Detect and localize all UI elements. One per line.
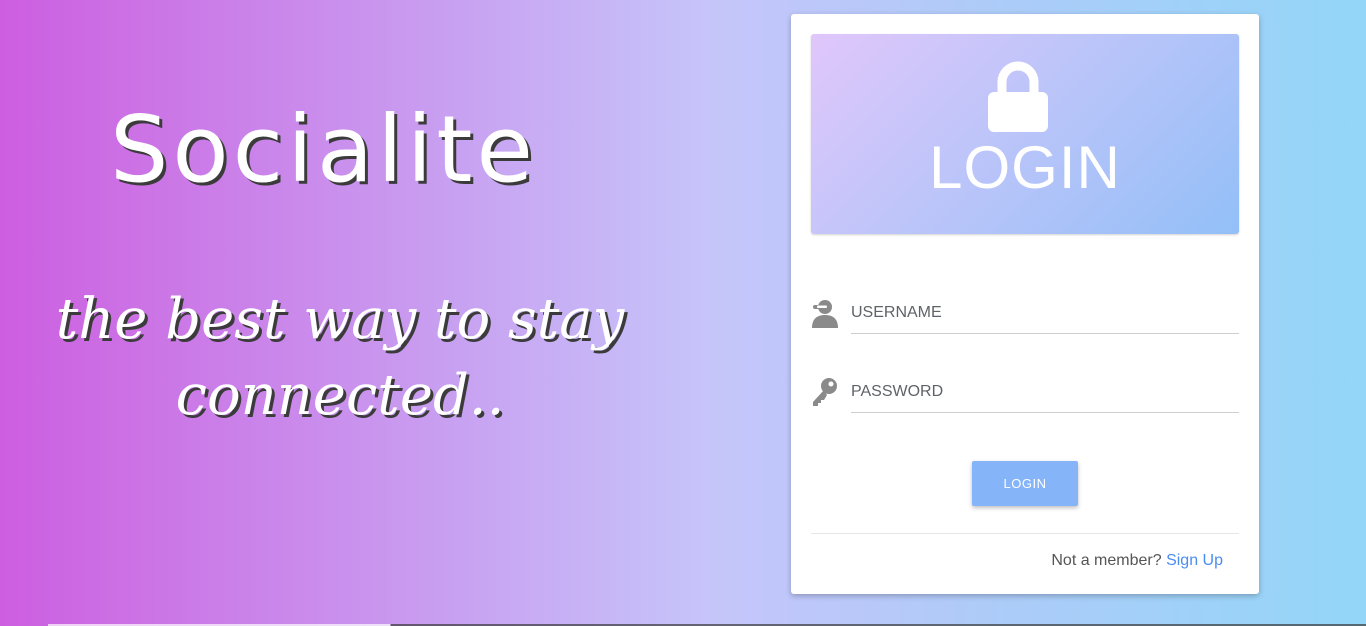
brand-title: Socialite [110, 96, 537, 203]
signup-link[interactable]: Sign Up [1166, 552, 1223, 569]
signup-prompt-text: Not a member? [1051, 552, 1162, 569]
username-input[interactable] [851, 293, 1239, 334]
username-row [811, 293, 1239, 337]
lock-icon [988, 61, 1048, 132]
login-heading: LOGIN [929, 134, 1121, 201]
user-icon [812, 300, 838, 328]
password-input[interactable] [851, 372, 1239, 413]
login-button[interactable]: LOGIN [972, 461, 1078, 506]
login-card: LOGIN LOGIN Not a member? Sign Up [791, 14, 1259, 594]
brand-tagline: the best way to stay connected.. [55, 287, 625, 428]
signup-prompt: Not a member? Sign Up [1051, 552, 1223, 570]
login-card-header: LOGIN [811, 34, 1239, 234]
password-row [811, 372, 1239, 416]
divider [811, 533, 1239, 534]
key-icon [813, 378, 837, 406]
